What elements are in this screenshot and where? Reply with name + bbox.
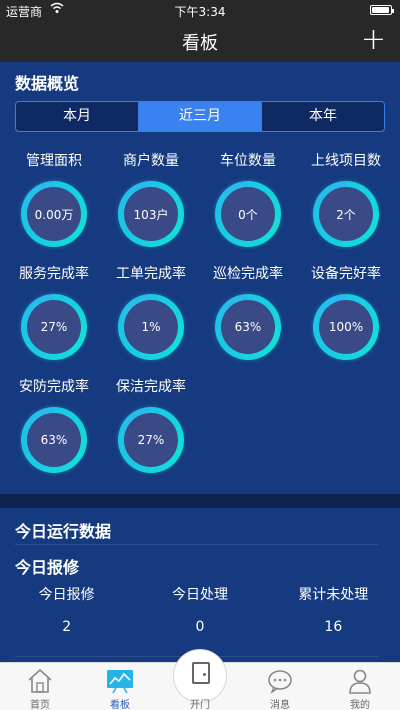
repair-stat-value: 16: [324, 619, 343, 635]
door-icon: [192, 662, 210, 684]
metric-ring: 63%: [21, 407, 87, 473]
metric-value: 1%: [124, 300, 178, 354]
segment-last-three-months[interactable]: 近三月: [138, 102, 261, 131]
today-repair-stats: 今日报修 2 今日处理 0 累计未处理 16: [0, 585, 400, 635]
status-bar: 运营商 下午3:34: [0, 0, 400, 20]
metric-label: 保洁完成率: [116, 379, 186, 395]
metric-ring: 63%: [215, 294, 281, 360]
repair-stat-today-reported[interactable]: 今日报修 2: [0, 585, 133, 635]
metric-value: 0个: [221, 187, 275, 241]
metric-inspection-completion: 巡检完成率 63%: [200, 264, 296, 360]
repair-stat-label: 今日处理: [171, 587, 228, 603]
tab-bar: 首页 看板 开门 消息 我的: [0, 649, 400, 710]
segment-this-month[interactable]: 本月: [16, 102, 138, 131]
metric-label: 上线项目数: [311, 153, 381, 169]
metric-equipment-rate: 设备完好率 100%: [298, 264, 394, 360]
period-segmented-control: 本月 近三月 本年: [15, 101, 385, 132]
tab-open-door[interactable]: 开门: [160, 649, 240, 710]
metric-label: 管理面积: [26, 153, 82, 169]
metric-ring: 27%: [21, 294, 87, 360]
metric-management-area: 管理面积 0.00万: [6, 151, 102, 247]
metric-value: 103户: [124, 187, 178, 241]
today-repair-title: 今日报修: [15, 558, 80, 577]
metric-service-completion: 服务完成率 27%: [6, 264, 102, 360]
metric-value: 2个: [319, 187, 373, 241]
repair-stat-unhandled-total[interactable]: 累计未处理 16: [267, 585, 400, 635]
metric-value: 0.00万: [27, 187, 81, 241]
section-divider: [0, 494, 400, 508]
battery-icon: [370, 5, 394, 15]
metric-ring: 2个: [313, 181, 379, 247]
metric-label: 巡检完成率: [213, 266, 283, 282]
metric-ring: 0个: [215, 181, 281, 247]
metric-merchant-count: 商户数量 103户: [103, 151, 199, 247]
overview-title: 数据概览: [15, 74, 80, 93]
metric-parking-count: 车位数量 0个: [200, 151, 296, 247]
metric-ring: 1%: [118, 294, 184, 360]
metric-label: 安防完成率: [19, 379, 89, 395]
tab-home[interactable]: 首页: [0, 663, 80, 710]
tab-messages[interactable]: 消息: [240, 663, 320, 710]
metric-workorder-completion: 工单完成率 1%: [103, 264, 199, 360]
user-icon: [346, 668, 374, 698]
metric-ring: 27%: [118, 407, 184, 473]
metric-security-completion: 安防完成率 63%: [6, 377, 102, 473]
page-title: 看板: [182, 33, 218, 54]
repair-stat-value: 2: [62, 619, 72, 635]
repair-stat-label: 累计未处理: [298, 587, 369, 603]
tab-dashboard[interactable]: 看板: [80, 663, 160, 710]
metric-value: 63%: [27, 413, 81, 467]
open-door-button[interactable]: [173, 649, 227, 703]
tab-label: 首页: [30, 700, 50, 710]
home-icon: [26, 668, 54, 698]
metric-ring: 103户: [118, 181, 184, 247]
data-overview-section: 数据概览 本月 近三月 本年 管理面积 0.00万 商户数量 103户 车位数量…: [0, 62, 400, 494]
tab-label: 看板: [110, 700, 130, 710]
message-icon: [266, 668, 294, 698]
dashboard-icon: [105, 668, 135, 698]
status-time: 下午3:34: [174, 5, 226, 19]
tab-label: 消息: [270, 700, 290, 710]
divider: [15, 544, 378, 545]
tab-label: 我的: [350, 700, 370, 710]
metric-label: 车位数量: [220, 153, 276, 169]
metric-value: 27%: [27, 300, 81, 354]
segment-this-year[interactable]: 本年: [261, 102, 384, 131]
metric-value: 100%: [319, 300, 373, 354]
tab-profile[interactable]: 我的: [320, 663, 400, 710]
add-button[interactable]: +: [361, 22, 386, 58]
metric-value: 27%: [124, 413, 178, 467]
metric-label: 商户数量: [123, 153, 179, 169]
metric-label: 服务完成率: [19, 266, 89, 282]
nav-bar: 看板 +: [0, 20, 400, 62]
metric-label: 设备完好率: [311, 266, 381, 282]
metric-value: 63%: [221, 300, 275, 354]
metric-online-projects: 上线项目数 2个: [298, 151, 394, 247]
metric-ring: 100%: [313, 294, 379, 360]
metric-ring: 0.00万: [21, 181, 87, 247]
tab-label: 开门: [190, 700, 210, 710]
today-run-title: 今日运行数据: [15, 522, 112, 541]
repair-stat-today-handled[interactable]: 今日处理 0: [133, 585, 266, 635]
metric-label: 工单完成率: [116, 266, 186, 282]
repair-stat-value: 0: [195, 619, 205, 635]
repair-stat-label: 今日报修: [38, 587, 95, 603]
metric-cleaning-completion: 保洁完成率 27%: [103, 377, 199, 473]
